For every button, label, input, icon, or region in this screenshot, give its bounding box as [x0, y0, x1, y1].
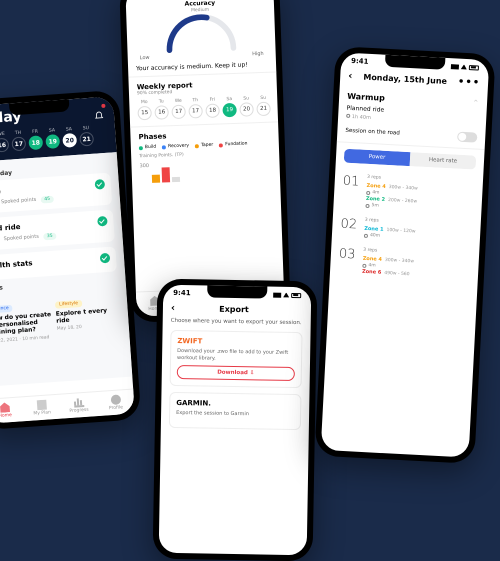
week-day[interactable]: Sa19 — [222, 97, 237, 117]
tp-chart: 300 — [139, 159, 272, 184]
phases-legend: BuildRecoveryTaperFundation — [139, 141, 271, 151]
phone-today: Today TU15WE16TH17FR18SA19SA20SU21 of th… — [0, 90, 141, 430]
day-item[interactable]: SA19 — [45, 128, 60, 149]
status-icons — [273, 292, 301, 297]
accuracy-text: Your accuracy is medium. Keep it up! — [136, 61, 268, 73]
seg-heartrate[interactable]: Heart rate — [410, 152, 477, 169]
section-warmup[interactable]: Warmup — [347, 92, 385, 103]
day-item[interactable]: FR18 — [28, 129, 43, 150]
phone-export: 9:41 ‹ Export Choose where you want to e… — [153, 279, 318, 561]
page-title: Export — [219, 305, 249, 315]
export-logo: ZWIFT — [177, 337, 295, 347]
day-item[interactable]: SA20 — [62, 127, 77, 148]
check-icon — [100, 253, 111, 264]
day-item[interactable]: WE16 — [0, 132, 9, 153]
tab-profile[interactable]: Profile — [97, 393, 135, 412]
week-day[interactable]: Su21 — [256, 96, 271, 116]
status-icons — [451, 64, 479, 70]
download-button[interactable]: Download ⇩ — [177, 365, 295, 381]
export-logo: GARMIN. — [176, 399, 294, 409]
notification-badge — [101, 104, 105, 108]
back-button[interactable]: ‹ — [348, 71, 353, 82]
health-stats-title: ealth stats — [0, 259, 33, 270]
day-item[interactable]: TH17 — [11, 130, 26, 151]
gauge-low-label: Low — [140, 55, 150, 61]
phases-title: Phases — [138, 129, 270, 142]
ride-card[interactable]: ride40mSpoked points45 — [0, 173, 112, 214]
phone-workout: 9:41 ‹ Monday, 15th June ••• Warmup ⌃ Pl… — [314, 46, 495, 464]
article-card[interactable]: LifestyleExplore t every rideMay 18, 20 — [54, 286, 121, 339]
session-toggle[interactable] — [457, 132, 477, 143]
tab-progress[interactable]: Progress — [60, 396, 98, 415]
gauge-high-label: High — [252, 51, 264, 57]
seg-power[interactable]: Power — [344, 149, 411, 166]
week-day[interactable]: Mo15 — [137, 100, 152, 120]
article-card[interactable]: ScienceHow do you create a personalised … — [0, 291, 54, 344]
ride-card[interactable]: ned ride40mSpoked points35 — [0, 210, 115, 251]
export-card: GARMIN.Export the session to Garmin — [169, 392, 302, 430]
status-time: 9:41 — [173, 289, 191, 297]
back-button[interactable]: ‹ — [171, 303, 175, 314]
accuracy-gauge — [160, 12, 241, 55]
tp-label: Training Points. (TP) — [139, 150, 271, 160]
segmented-control[interactable]: Power Heart rate — [344, 149, 477, 170]
tab-home[interactable]: Home — [0, 401, 24, 420]
session-label: Session on the road — [345, 128, 400, 137]
interval-row[interactable]: 033 repsZone 4300w - 340w4mZone 6490w - … — [330, 241, 480, 287]
interval-row[interactable]: 013 repsZone 4300w - 340w4mZone 2200w - … — [333, 168, 483, 219]
week-day[interactable]: Tu16 — [154, 99, 169, 119]
more-button[interactable]: ••• — [458, 77, 481, 89]
week-day[interactable]: We17 — [171, 99, 186, 119]
week-day[interactable]: Th17 — [188, 98, 203, 118]
status-time: 9:41 — [351, 57, 369, 66]
week-day[interactable]: Su20 — [239, 96, 254, 116]
phone-progress: Accuracy Medium Low High Your accuracy i… — [119, 0, 291, 323]
day-item[interactable]: SU21 — [79, 126, 94, 147]
tab-my-plan[interactable]: My Plan — [23, 399, 61, 418]
page-title: Monday, 15th June — [363, 73, 447, 86]
chevron-up-icon[interactable]: ⌃ — [472, 98, 479, 107]
weekly-days[interactable]: Mo15Tu16We17Th17Fri18Sa19Su20Su21 — [137, 96, 270, 121]
notch — [207, 285, 267, 298]
tab-bar: HomeMy PlanProgressProfile — [0, 389, 135, 424]
notifications-icon[interactable] — [93, 106, 104, 117]
check-icon — [97, 216, 108, 227]
check-icon — [95, 179, 106, 190]
export-card: ZWIFTDownload your .zwo file to add to y… — [170, 330, 303, 388]
day-selector[interactable]: TU15WE16TH17FR18SA19SA20SU21 — [0, 125, 106, 154]
week-day[interactable]: Fri18 — [205, 97, 220, 117]
